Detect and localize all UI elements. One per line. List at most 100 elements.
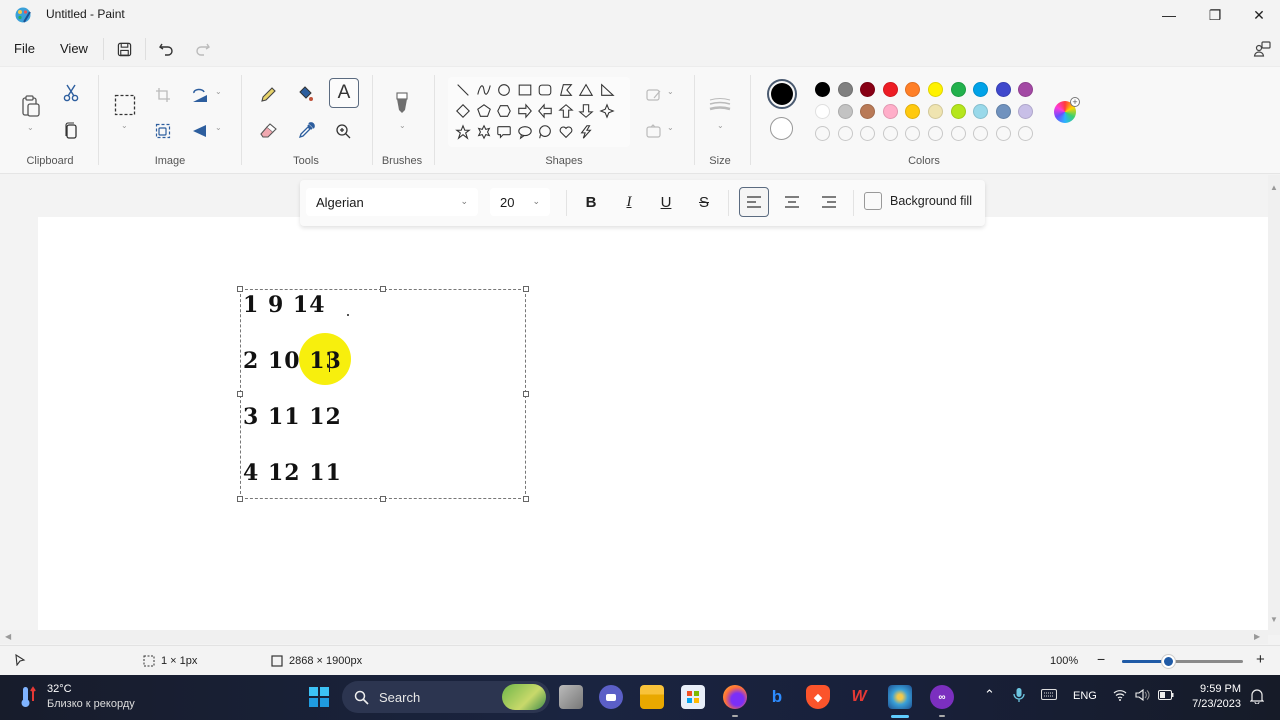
shape-down-arrow[interactable] — [577, 102, 595, 120]
show-hidden-icons-button[interactable]: ⌃ — [984, 687, 995, 703]
color-swatch[interactable] — [882, 82, 898, 97]
start-button[interactable] — [307, 685, 331, 709]
shape-up-arrow[interactable] — [557, 102, 575, 120]
custom-color-slot[interactable] — [928, 126, 943, 141]
shape-lightning[interactable] — [577, 123, 595, 141]
color-swatch[interactable] — [950, 104, 966, 119]
custom-color-slot[interactable] — [973, 126, 989, 141]
bold-button[interactable]: B — [577, 188, 605, 216]
crop-button[interactable] — [151, 83, 175, 107]
underline-button[interactable]: U — [652, 188, 680, 216]
shape-diamond[interactable] — [454, 102, 472, 120]
taskbar-firefox[interactable] — [723, 685, 747, 709]
scroll-up-icon[interactable]: ▲ — [1270, 183, 1278, 192]
italic-button[interactable]: I — [615, 188, 643, 216]
wifi-status[interactable] — [1113, 689, 1127, 704]
magnifier-button[interactable] — [331, 119, 355, 143]
scroll-down-icon[interactable]: ▼ — [1270, 615, 1278, 624]
shape-oval-callout[interactable] — [516, 123, 534, 141]
cut-button[interactable] — [59, 81, 83, 105]
resize-handle[interactable] — [523, 391, 529, 397]
color-swatch[interactable] — [882, 104, 898, 119]
flip-dropdown-icon[interactable]: ⌄ — [215, 123, 222, 132]
brushes-button[interactable] — [390, 91, 414, 115]
custom-color-slot[interactable] — [995, 126, 1011, 141]
rotate-dropdown-icon[interactable]: ⌄ — [215, 87, 222, 96]
brushes-dropdown-icon[interactable]: ⌄ — [399, 121, 406, 130]
zoom-slider-thumb[interactable] — [1161, 655, 1175, 668]
resize-button[interactable] — [151, 119, 175, 143]
shape-fill-dropdown-icon[interactable]: ⌄ — [667, 123, 674, 132]
resize-handle[interactable] — [380, 286, 386, 292]
custom-color-slot[interactable] — [950, 126, 966, 141]
shape-polygon[interactable] — [557, 81, 575, 99]
scroll-right-icon[interactable]: ▶ — [1254, 632, 1260, 641]
color-swatch[interactable] — [815, 82, 830, 97]
text-tool-button[interactable]: A — [329, 78, 359, 108]
align-right-button[interactable] — [815, 188, 843, 216]
save-button[interactable] — [113, 38, 135, 60]
background-fill-checkbox[interactable] — [864, 192, 882, 210]
shape-fill-button[interactable] — [642, 119, 666, 143]
volume-status[interactable] — [1135, 688, 1151, 704]
shape-right-triangle[interactable] — [598, 81, 616, 99]
resize-handle[interactable] — [523, 286, 529, 292]
shape-rectangle[interactable] — [516, 81, 534, 99]
taskbar-bing[interactable]: b — [765, 685, 789, 709]
size-dropdown-icon[interactable]: ⌄ — [717, 121, 724, 130]
font-size-select[interactable]: 20 ⌄ — [490, 188, 550, 216]
resize-handle[interactable] — [380, 496, 386, 502]
clock-time[interactable]: 9:59 PM — [1199, 683, 1241, 695]
taskbar-search[interactable]: Search — [342, 681, 550, 713]
eraser-button[interactable] — [256, 119, 280, 143]
color-swatch[interactable] — [928, 104, 943, 119]
drawing-canvas[interactable] — [38, 217, 1268, 630]
horizontal-scrollbar[interactable]: ◀ ▶ — [0, 630, 1268, 644]
paste-button[interactable] — [18, 92, 44, 120]
shape-curve[interactable] — [475, 81, 493, 99]
color-swatch[interactable] — [950, 82, 966, 97]
minimize-button[interactable]: — — [1146, 0, 1192, 30]
clock-date[interactable]: 7/23/2023 — [1187, 698, 1241, 710]
zoom-slider[interactable] — [1122, 655, 1243, 668]
resize-handle[interactable] — [237, 391, 243, 397]
touch-keyboard-button[interactable] — [1041, 689, 1057, 703]
shape-heart[interactable] — [557, 123, 575, 141]
close-button[interactable]: ✕ — [1236, 0, 1280, 30]
fill-button[interactable] — [294, 83, 318, 107]
shape-triangle[interactable] — [577, 81, 595, 99]
strikethrough-button[interactable]: S — [690, 188, 718, 216]
copy-button[interactable] — [59, 119, 83, 143]
color-swatch[interactable] — [995, 104, 1011, 119]
color-swatch[interactable] — [973, 82, 989, 97]
pencil-button[interactable] — [256, 83, 280, 107]
maximize-button[interactable]: ❐ — [1192, 0, 1238, 30]
color-swatch[interactable] — [905, 82, 921, 97]
select-button[interactable] — [112, 92, 138, 118]
paste-dropdown-icon[interactable]: ⌄ — [27, 123, 34, 132]
color-swatch[interactable] — [837, 104, 853, 119]
shape-left-arrow[interactable] — [536, 102, 554, 120]
outline-button[interactable] — [642, 83, 666, 107]
undo-button[interactable] — [155, 38, 177, 60]
custom-color-slot[interactable] — [860, 126, 876, 141]
color-swatch[interactable] — [995, 82, 1011, 97]
color-swatch[interactable] — [1018, 82, 1034, 97]
taskbar-wps-office[interactable]: W — [847, 685, 871, 709]
color-swatch[interactable] — [1018, 104, 1034, 119]
color-swatch[interactable] — [928, 82, 943, 97]
resize-handle[interactable] — [237, 496, 243, 502]
align-center-button[interactable] — [778, 188, 806, 216]
outline-dropdown-icon[interactable]: ⌄ — [667, 87, 674, 96]
shape-six-point-star[interactable] — [475, 123, 493, 141]
weather-widget[interactable] — [20, 685, 38, 714]
shape-pentagon[interactable] — [475, 102, 493, 120]
shape-right-arrow[interactable] — [516, 102, 534, 120]
menu-file[interactable]: File — [14, 41, 35, 56]
battery-status[interactable] — [1158, 690, 1174, 703]
microphone-indicator[interactable] — [1013, 687, 1025, 706]
language-indicator[interactable]: ENG — [1073, 690, 1097, 702]
taskbar-paint[interactable] — [888, 685, 912, 709]
color-swatch[interactable] — [860, 82, 876, 97]
taskbar-task-view[interactable] — [559, 685, 583, 709]
